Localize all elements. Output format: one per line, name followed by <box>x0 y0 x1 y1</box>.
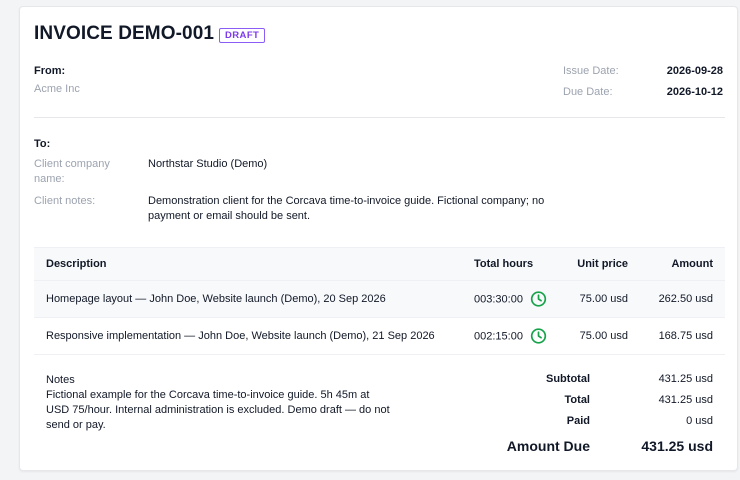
row-amount: 168.75 usd <box>658 330 713 342</box>
subtotal-value: 431.25 usd <box>658 373 713 385</box>
from-company: Acme Inc <box>34 83 80 95</box>
row-price: 75.00 usd <box>579 330 628 342</box>
clock-icon[interactable] <box>530 291 547 308</box>
total-value: 431.25 usd <box>658 394 713 406</box>
client-company-value: Northstar Studio (Demo) <box>148 158 268 170</box>
invoice-title: INVOICE DEMO-001 <box>34 23 215 44</box>
subtotal-row: Subtotal 431.25 usd <box>460 373 713 394</box>
paid-label: Paid <box>566 415 590 427</box>
row-hours: 003:30:00 <box>474 291 547 308</box>
header-hours: Total hours <box>474 258 534 270</box>
row-hours: 002:15:00 <box>474 328 547 345</box>
from-label: From: <box>34 65 66 77</box>
header-price: Unit price <box>577 258 628 270</box>
to-label: To: <box>34 138 51 150</box>
due-date-value: 2026-10-12 <box>666 86 723 98</box>
row-amount: 262.50 usd <box>658 293 713 305</box>
line-items-table: Description Total hours Unit price Amoun… <box>34 247 725 355</box>
client-notes-value: Demonstration client for the Corcava tim… <box>148 195 545 222</box>
clock-icon[interactable] <box>530 328 547 345</box>
invoice-dates: Issue Date: 2026-09-28 Due Date: 2026-10… <box>563 65 723 107</box>
invoice-card: INVOICE DEMO-001 DRAFT From: Acme Inc Is… <box>19 6 738 471</box>
due-date-row: Due Date: 2026-10-12 <box>563 86 723 107</box>
header-amount: Amount <box>671 258 713 270</box>
due-date-label: Due Date: <box>563 86 613 98</box>
invoice-header: INVOICE DEMO-001 DRAFT <box>34 23 266 45</box>
status-badge: DRAFT <box>219 28 266 43</box>
client-notes-label: Client notes: <box>34 195 96 207</box>
subtotal-label: Subtotal <box>546 373 590 385</box>
client-company-label: Client company name: <box>34 158 110 185</box>
paid-value: 0 usd <box>686 415 713 427</box>
issue-date-row: Issue Date: 2026-09-28 <box>563 65 723 86</box>
issue-date-label: Issue Date: <box>563 65 619 77</box>
header-description: Description <box>46 258 107 270</box>
notes-label: Notes <box>46 374 75 386</box>
table-header: Description Total hours Unit price Amoun… <box>34 247 725 281</box>
paid-row: Paid 0 usd <box>460 415 713 436</box>
row-hours-value: 003:30:00 <box>474 293 523 305</box>
row-description: Homepage layout — John Doe, Website laun… <box>46 293 386 305</box>
row-price: 75.00 usd <box>579 293 628 305</box>
issue-date-value: 2026-09-28 <box>666 65 723 77</box>
total-row: Total 431.25 usd <box>460 394 713 415</box>
totals-summary: Subtotal 431.25 usd Total 431.25 usd Pai… <box>460 373 713 464</box>
notes-text: Fictional example for the Corcava time-t… <box>46 389 390 431</box>
total-label: Total <box>564 394 590 406</box>
header-divider <box>34 117 725 118</box>
amount-due-label: Amount Due <box>506 438 590 454</box>
amount-due-row: Amount Due 431.25 usd <box>460 438 713 464</box>
table-row: Responsive implementation — John Doe, We… <box>34 318 725 355</box>
amount-due-value: 431.25 usd <box>641 438 713 454</box>
table-row: Homepage layout — John Doe, Website laun… <box>34 281 725 318</box>
row-description: Responsive implementation — John Doe, We… <box>46 330 435 342</box>
row-hours-value: 002:15:00 <box>474 330 523 342</box>
